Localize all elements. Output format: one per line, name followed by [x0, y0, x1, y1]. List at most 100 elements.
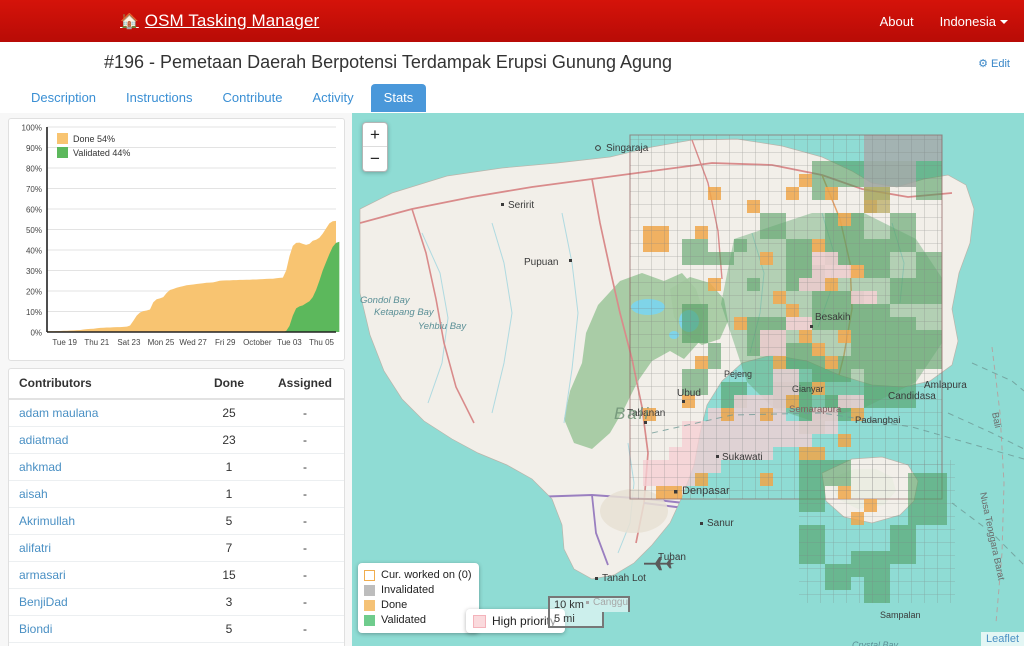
x-axis-tick-label: Tue 19 [52, 338, 77, 347]
contributor-done-cell: 1 [192, 642, 266, 646]
column-header-assigned: Assigned [266, 369, 344, 400]
table-header-row: Contributors Done Assigned [9, 369, 344, 400]
label-tanah-lot: Tanah Lot [602, 573, 646, 584]
task-grid-nusa-penida [799, 460, 955, 603]
tab-instructions[interactable]: Instructions [113, 84, 205, 112]
home-icon: 🏠 [120, 12, 139, 30]
stats-sidebar: 0% 10% 20% 30% 40% 50% 60% 70% 80% 90% 100% Tue 19 T… [0, 113, 352, 646]
label-padangbai: Padangbai [855, 415, 900, 426]
label-denpasar: Denpasar [682, 485, 730, 497]
contributor-name-cell: adiatmad [9, 426, 192, 454]
edit-project-link[interactable]: ⚙ Edit [978, 57, 1010, 71]
map-zoom-control[interactable]: + − [362, 122, 388, 172]
contributor-done-cell: 7 [192, 534, 266, 562]
tab-stats[interactable]: Stats [370, 84, 427, 112]
contributor-link[interactable]: adam maulana [19, 406, 98, 420]
label-sukawati: Sukawati [722, 452, 763, 463]
label-crystal-bay: Crystal Bay [852, 640, 899, 646]
contributor-link[interactable]: Akrimullah [19, 514, 75, 528]
nav-about-link[interactable]: About [880, 14, 914, 29]
contributor-link[interactable]: ahkmad [19, 460, 62, 474]
legend-label-current: Cur. worked on (0) [381, 569, 472, 581]
contributor-name-cell: BenjiDad [9, 588, 192, 616]
map-attribution[interactable]: Leaflet [980, 632, 1024, 646]
progress-chart-card: 0% 10% 20% 30% 40% 50% 60% 70% 80% 90% 100% Tue 19 T… [8, 118, 345, 361]
column-header-done: Done [192, 369, 266, 400]
legend-item-done: Done [364, 598, 471, 613]
y-axis-tick-label: 80% [26, 165, 42, 174]
contributor-name-cell: aisah [9, 480, 192, 508]
contributor-link[interactable]: BenjiDad [19, 595, 68, 609]
x-axis-tick-label: October [243, 338, 272, 347]
x-axis-tick-label: Fri 29 [215, 338, 236, 347]
task-grid-main [629, 134, 943, 500]
label-bali-island: Bali [614, 404, 650, 423]
legend-item-validated: Validated [364, 613, 471, 628]
zoom-in-button[interactable]: + [363, 123, 387, 147]
legend-swatch-validated [364, 615, 375, 626]
label-semarapura: Semarapura [789, 404, 842, 415]
nav-country-dropdown[interactable]: Indonesia [940, 14, 1008, 29]
label-gianyar: Gianyar [792, 384, 824, 394]
label-gondol-bay: Gondol Bay [360, 295, 411, 306]
chart-legend-label: Validated 44% [73, 148, 130, 158]
tab-description[interactable]: Description [18, 84, 109, 112]
x-axis-tick-label: Tue 03 [277, 338, 302, 347]
y-axis-tick-label: 20% [26, 288, 42, 297]
table-row: Biondi 5- [9, 615, 344, 643]
table-row: adiatmad 23- [9, 426, 344, 454]
contributor-assigned-cell: - [266, 642, 344, 646]
high-priority-label: High priority [492, 614, 557, 628]
contributor-assigned-cell: - [266, 426, 344, 454]
tab-activity[interactable]: Activity [300, 84, 367, 112]
label-tuban: Tuban [658, 552, 686, 563]
project-map[interactable]: Gondol Bay Ketapang Bay Yehbiu Bay Singa… [352, 113, 1024, 646]
contributors-table: Contributors Done Assigned adam maulana 2… [9, 369, 344, 646]
contributor-name-cell: alifatri [9, 534, 192, 562]
contributor-done-cell: 25 [192, 399, 266, 427]
contributor-assigned-cell: - [266, 615, 344, 643]
label-seririt: Seririt [508, 200, 534, 211]
label-pejeng: Pejeng [724, 369, 752, 379]
contributor-name-cell: Akrimullah [9, 507, 192, 535]
contributor-link[interactable]: aisah [19, 487, 48, 501]
legend-swatch-current [364, 570, 375, 581]
zoom-out-button[interactable]: − [363, 147, 387, 171]
legend-label-invalidated: Invalidated [381, 584, 435, 596]
nav-country-label: Indonesia [939, 13, 996, 29]
table-row: adam maulana 25- [9, 399, 344, 427]
contributor-done-cell: 5 [192, 615, 266, 643]
table-row: ahkmad 1- [9, 453, 344, 481]
contributor-name-cell: ahkmad [9, 453, 192, 481]
top-navbar: 🏠 OSM Tasking Manager About Indonesia [0, 0, 1024, 42]
label-besakih: Besakih [815, 312, 851, 323]
contributor-done-cell: 23 [192, 426, 266, 454]
map-legend: Cur. worked on (0) Invalidated Done Vali… [358, 563, 480, 633]
brand-logo[interactable]: 🏠 OSM Tasking Manager [120, 11, 319, 31]
contributor-link[interactable]: alifatri [19, 541, 51, 555]
y-axis-tick-label: 30% [26, 267, 42, 276]
contributor-done-cell: 15 [192, 561, 266, 589]
label-amlapura: Amlapura [924, 380, 967, 391]
x-axis-tick-label: Wed 27 [179, 338, 207, 347]
contributor-done-cell: 5 [192, 507, 266, 535]
y-axis-tick-label: 0% [30, 329, 42, 338]
contributor-link[interactable]: armasari [19, 568, 66, 582]
contributor-link[interactable]: adiatmad [19, 433, 68, 447]
tab-contribute[interactable]: Contribute [210, 84, 296, 112]
table-row: CBoreham1- [9, 642, 344, 646]
edit-label: Edit [991, 57, 1010, 70]
title-bar: #196 - Pemetaan Daerah Berpotensi Terdam… [0, 42, 1024, 80]
label-ubud: Ubud [677, 388, 701, 399]
y-axis-tick-label: 70% [26, 185, 42, 194]
contributor-name-cell: adam maulana [9, 399, 192, 427]
contributor-done-cell: 3 [192, 588, 266, 616]
progress-area-chart: 0% 10% 20% 30% 40% 50% 60% 70% 80% 90% 100% Tue 19 T… [22, 124, 340, 347]
y-axis-tick-label: 50% [26, 226, 42, 235]
y-axis-tick-label: 10% [26, 308, 42, 317]
contributors-table-card: Contributors Done Assigned adam maulana 2… [8, 368, 345, 646]
contributor-assigned-cell: - [266, 534, 344, 562]
table-row: Akrimullah 5- [9, 507, 344, 535]
label-ketapang-bay: Ketapang Bay [374, 307, 435, 318]
contributor-link[interactable]: Biondi [19, 622, 52, 636]
